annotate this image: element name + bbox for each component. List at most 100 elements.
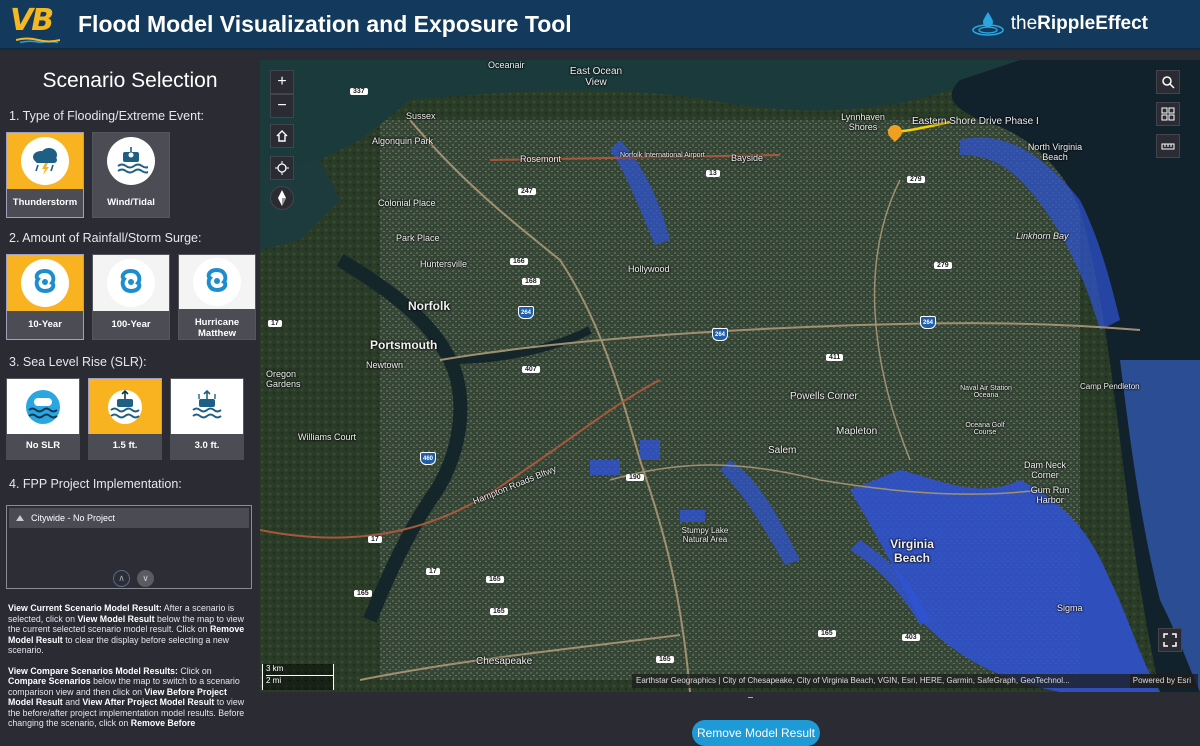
interstate-shield: 264	[920, 316, 936, 329]
map-label: Powells Corner	[790, 391, 858, 402]
scale-km: 3 km	[266, 664, 284, 673]
view-current-instructions: View Current Scenario Model Result: Afte…	[8, 603, 245, 655]
map-label: Naval Air Station Oceana	[960, 385, 1012, 399]
scenario-sidebar: Scenario Selection 1. Type of Flooding/E…	[0, 52, 260, 738]
route-shield: 411	[826, 354, 844, 361]
flooding-type-options: Thunderstorm Wind/Tidal	[6, 132, 260, 218]
powered-by-esri[interactable]: Powered by Esri	[1129, 674, 1194, 688]
fullscreen-button[interactable]	[1158, 628, 1182, 652]
option-label: Wind/Tidal	[107, 197, 155, 208]
map-label: Lynnhaven Shores	[841, 112, 885, 132]
home-button[interactable]	[270, 124, 294, 148]
app-title: Flood Model Visualization and Exposure T…	[78, 11, 572, 37]
sidebar-title: Scenario Selection	[42, 69, 218, 92]
map-label: Virginia Beach	[890, 537, 934, 565]
ripple-effect-wordmark: theRippleEffect	[1011, 13, 1148, 35]
map-label: Dam Neck Corner	[1023, 460, 1066, 480]
ten-year-option[interactable]: 10-Year	[6, 254, 84, 340]
rainfall-options: 10-Year 100-Year Hurricane Matthew	[6, 254, 260, 340]
three-ft-option[interactable]	[170, 378, 244, 436]
map-label: Eastern Shore Drive Phase I	[912, 116, 1039, 127]
scroll-down-button[interactable]: ∨	[137, 570, 154, 587]
scroll-up-button[interactable]: ∧	[113, 570, 130, 587]
interstate-shield: 460	[420, 452, 436, 465]
scale-mi: 2 mi	[266, 675, 333, 685]
compare-scenarios-instructions: View Compare Scenarios Model Results: Cl…	[8, 665, 245, 729]
map-label: Hollywood	[628, 264, 670, 274]
compass-button[interactable]	[270, 186, 294, 210]
app-header: VB Flood Model Visualization and Exposur…	[0, 0, 1200, 50]
search-icon	[1162, 76, 1175, 89]
route-shield: 166	[510, 258, 528, 265]
zoom-out-button[interactable]: −	[270, 94, 294, 118]
option-label: No SLR	[6, 434, 80, 460]
map-label: Gum Run Harbor	[1030, 485, 1070, 505]
map-label: Huntersville	[420, 259, 468, 269]
map-label: Linkhorn Bay	[1016, 231, 1069, 241]
basemap-gallery-button[interactable]	[1156, 102, 1180, 126]
hurricane-matthew-option[interactable]: Hurricane Matthew	[178, 254, 256, 340]
remove-model-result-button[interactable]: Remove Model Result	[692, 720, 820, 746]
measure-button[interactable]	[1156, 134, 1180, 158]
map-label: Newtown	[366, 360, 404, 370]
locate-button[interactable]	[270, 156, 294, 180]
rainfall-label: 2. Amount of Rainfall/Storm Surge:	[9, 231, 202, 245]
panel-handle[interactable]	[748, 697, 753, 698]
route-shield: 165	[656, 656, 674, 663]
ripple-drop-icon	[971, 12, 1004, 36]
fpp-project-item[interactable]: Citywide - No Project	[9, 508, 249, 528]
map-label: Stumpy Lake Natural Area	[681, 526, 729, 544]
route-shield: 279	[907, 176, 925, 183]
map-label: Sigma	[1057, 603, 1083, 613]
route-shield: 168	[522, 278, 540, 285]
ripple-effect-logo: theRippleEffect	[971, 10, 1148, 38]
map-label: Bayside	[731, 153, 764, 163]
map-attribution: Earthstar Geographics | City of Chesapea…	[632, 674, 1198, 688]
logo-wave-icon	[16, 37, 60, 43]
map-label: Salem	[768, 445, 797, 456]
map-label: Oceana Golf Course	[965, 422, 1005, 436]
flooding-type-label: 1. Type of Flooding/Extreme Event:	[9, 109, 205, 123]
route-shield: 279	[934, 262, 952, 269]
route-shield: 165	[818, 630, 836, 637]
compass-icon	[278, 190, 286, 206]
route-shield: 13	[706, 170, 720, 177]
slr-label: 3. Sea Level Rise (SLR):	[9, 355, 147, 369]
hurricane-icon	[120, 268, 142, 294]
no-slr-option[interactable]	[6, 378, 80, 436]
sea-level-icon	[26, 390, 60, 424]
wind-tidal-option[interactable]: Wind/Tidal	[92, 132, 170, 218]
map-label: Algonquin Park	[372, 136, 434, 146]
scale-bar: 3 km 2 mi	[262, 664, 334, 690]
route-shield: 403	[902, 634, 920, 641]
flood-map[interactable]: Oceanair East Ocean View Sussex Algonqui…	[260, 60, 1200, 692]
sea-level-icon	[108, 389, 142, 424]
map-label: Portsmouth	[370, 338, 438, 352]
brand-bold: Ripple	[1037, 13, 1096, 34]
map-label: Norfolk	[408, 299, 450, 313]
hurricane-icon	[206, 267, 228, 293]
fpp-label: 4. FPP Project Implementation:	[9, 477, 182, 491]
option-label: 1.5 ft.	[88, 434, 162, 460]
option-label: 3.0 ft.	[170, 434, 244, 460]
thunderstorm-option[interactable]: Thunderstorm	[6, 132, 84, 218]
map-search-button[interactable]	[1156, 70, 1180, 94]
hundred-year-option[interactable]: 100-Year	[92, 254, 170, 340]
map-label: Camp Pendleton	[1080, 382, 1140, 391]
thunderstorm-icon	[33, 148, 57, 175]
brand-prefix: the	[1010, 13, 1038, 34]
one-point-five-ft-option[interactable]	[88, 378, 162, 436]
brand-suffix: Effect	[1095, 13, 1148, 34]
option-label: Thunderstorm	[12, 197, 78, 208]
home-icon	[276, 130, 288, 142]
sea-level-icon	[190, 389, 224, 424]
route-shield: 17	[368, 536, 382, 543]
route-shield: 165	[490, 608, 508, 615]
route-shield: 247	[518, 188, 536, 195]
zoom-in-button[interactable]: +	[270, 70, 294, 94]
route-shield: 17	[426, 568, 440, 575]
hurricane-icon	[34, 268, 56, 294]
fpp-item-label: Citywide - No Project	[31, 513, 116, 523]
ruler-icon	[1161, 143, 1175, 150]
slr-options	[6, 378, 260, 436]
